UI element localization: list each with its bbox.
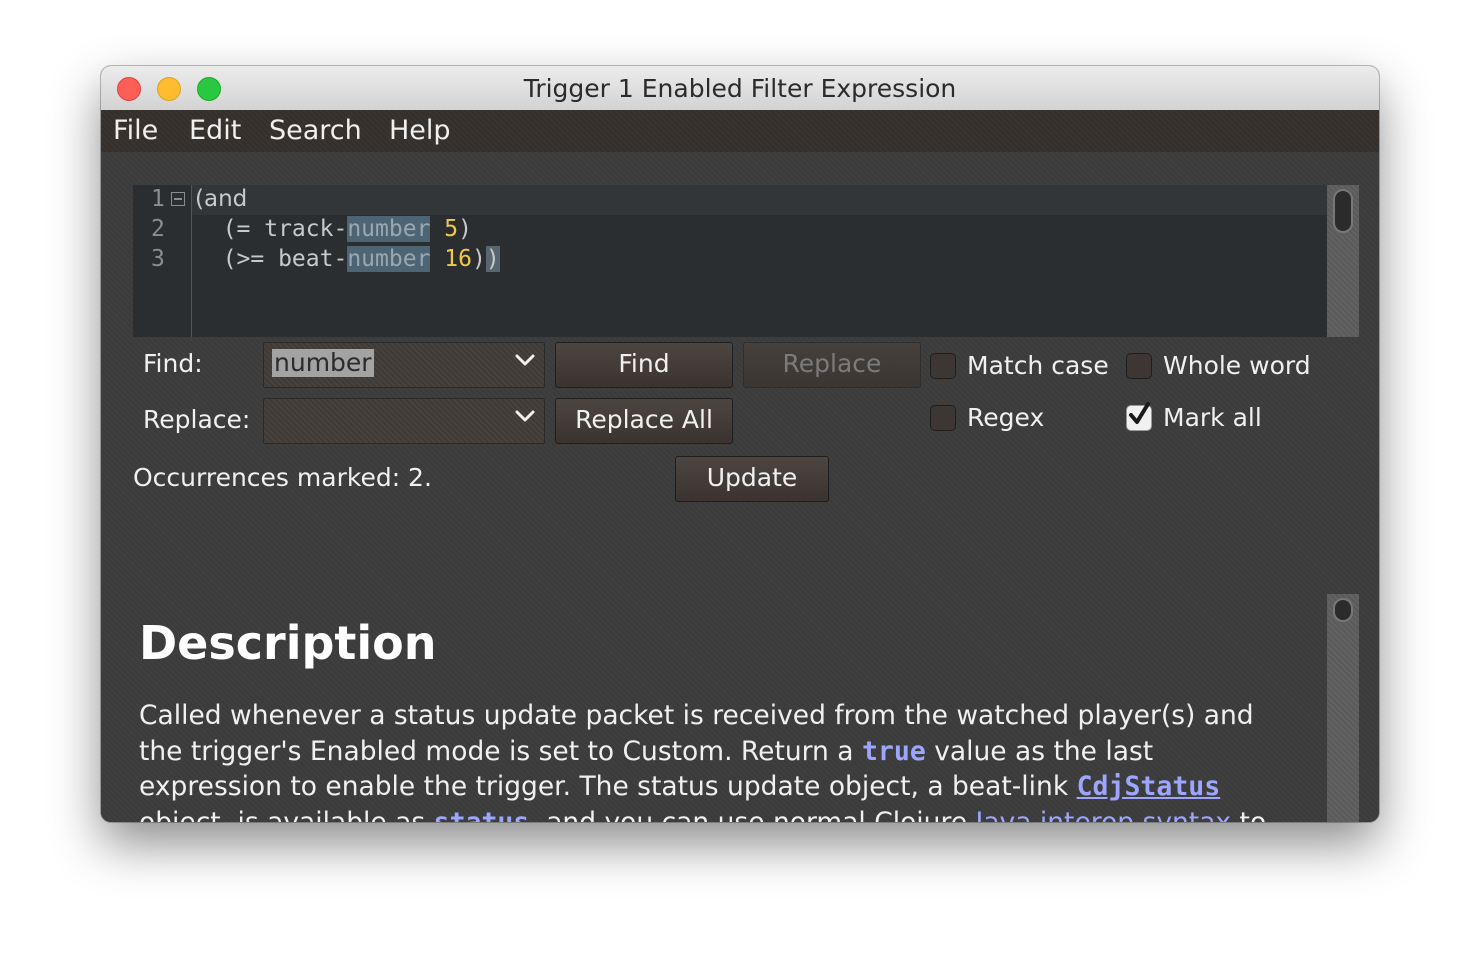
description-text: Called whenever a status update packet i… (139, 698, 1299, 822)
whole-word-label[interactable]: Whole word (1163, 351, 1311, 380)
menu-help[interactable]: Help (389, 115, 451, 146)
editor-scrollbar[interactable] (1327, 185, 1359, 337)
mark-all-label[interactable]: Mark all (1163, 403, 1262, 432)
description-heading: Description (139, 616, 437, 670)
code-line-1: (and (195, 186, 247, 212)
occurrences-status: Occurrences marked: 2. (133, 463, 432, 492)
fold-collapse-icon[interactable] (171, 192, 185, 206)
match-case-label[interactable]: Match case (967, 351, 1109, 380)
code-token: ) (458, 216, 472, 242)
menu-file[interactable]: File (113, 115, 158, 146)
dialog-window: Trigger 1 Enabled Filter Expression File… (101, 66, 1379, 822)
menu-search[interactable]: Search (269, 115, 362, 146)
checkmark-icon (1129, 402, 1150, 424)
whole-word-checkbox[interactable] (1126, 353, 1152, 379)
regex-checkbox[interactable] (930, 405, 956, 431)
matched-bracket: ) (485, 246, 500, 272)
code-token: (= track- (195, 216, 348, 242)
line-number: 3 (151, 246, 165, 272)
replace-label: Replace: (143, 405, 251, 434)
replace-combobox[interactable] (263, 398, 545, 444)
description-scrollbar[interactable] (1327, 594, 1359, 822)
description-text-run: , and you can use normal Clojure (529, 806, 976, 823)
content-area: 1 2 3 (and (= track-number 5) (>= beat-n… (101, 152, 1379, 822)
code-token: ) (471, 246, 486, 272)
editor-scroll-thumb[interactable] (1333, 189, 1353, 233)
current-line-highlight (192, 185, 1327, 215)
code-line-2: (= track-number 5) (195, 216, 472, 242)
window-title: Trigger 1 Enabled Filter Expression (523, 74, 957, 103)
line-number-gutter: 1 2 3 (133, 185, 192, 337)
number-literal: 5 (444, 216, 459, 242)
chevron-down-icon[interactable] (514, 405, 536, 427)
description-panel: Description Called whenever a status upd… (133, 594, 1327, 822)
find-input-value[interactable]: number (272, 349, 374, 377)
number-literal: 16 (444, 246, 472, 272)
search-match-highlight: number (347, 246, 431, 272)
title-bar: Trigger 1 Enabled Filter Expression (101, 66, 1379, 111)
replace-all-button[interactable]: Replace All (555, 398, 733, 444)
code-token: (>= beat- (195, 246, 348, 272)
find-combobox[interactable]: number (263, 342, 545, 388)
code-keyword: true (861, 735, 926, 767)
match-case-checkbox[interactable] (930, 353, 956, 379)
cdjstatus-link[interactable]: CdjStatus (1077, 771, 1221, 802)
java-interop-link[interactable]: Java interop syntax (976, 807, 1232, 823)
code-line-3: (>= beat-number 16)) (195, 246, 500, 272)
search-match-highlight: number (347, 216, 431, 242)
line-number: 1 (151, 186, 165, 212)
description-scroll-thumb[interactable] (1333, 598, 1353, 622)
find-button[interactable]: Find (555, 342, 733, 388)
update-button[interactable]: Update (675, 456, 829, 502)
description-text-run: object, is available as (139, 806, 434, 823)
code-token: (and (195, 186, 248, 212)
chevron-down-icon[interactable] (514, 349, 536, 371)
code-editor[interactable]: 1 2 3 (and (= track-number 5) (>= beat-n… (133, 185, 1327, 337)
menu-edit[interactable]: Edit (189, 115, 241, 146)
replace-button[interactable]: Replace (743, 342, 921, 388)
mark-all-checkbox[interactable] (1126, 402, 1152, 431)
find-label: Find: (143, 349, 203, 378)
code-keyword: status (433, 806, 530, 823)
regex-label[interactable]: Regex (967, 403, 1044, 432)
line-number: 2 (151, 216, 165, 242)
menu-bar: File Edit Search Help (101, 110, 1379, 152)
